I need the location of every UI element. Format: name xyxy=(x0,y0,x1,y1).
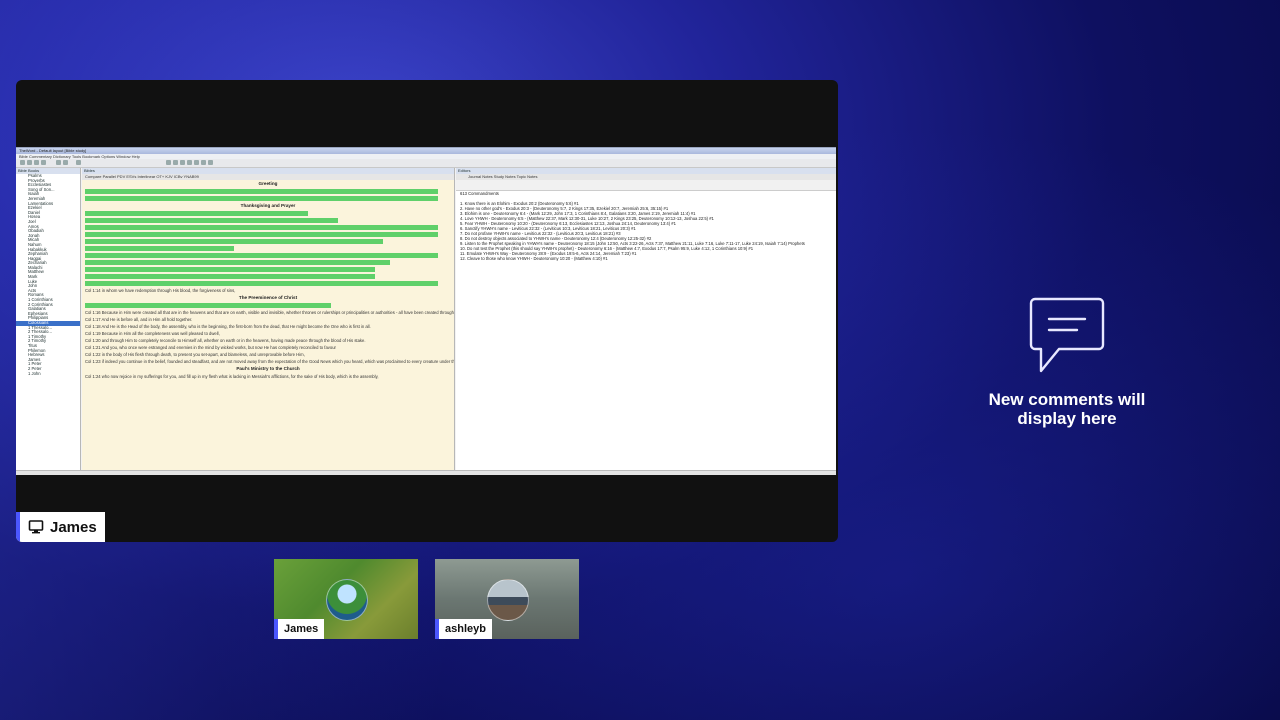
avatar xyxy=(487,579,529,621)
verse: Col 1:21 And you, who once were estrange… xyxy=(85,345,336,350)
participant-name-tag: James xyxy=(274,619,325,639)
section-ministry: Paul's Ministry to the Church xyxy=(236,366,300,371)
verse: Col 1:3 We give thanks to the Elohim and… xyxy=(82,210,454,217)
note-line: 12. Cleave to those who know YHWH - Deut… xyxy=(460,256,608,261)
verse: Col 1:16 Because in Him were created all… xyxy=(85,310,454,315)
verse: Col 1:12 giving thanks to the Father who… xyxy=(82,273,454,280)
section-thanksgiving: Thanksgiving and Prayer xyxy=(240,203,296,208)
verse: Col 1:18 And He is the Head of the body,… xyxy=(85,324,371,329)
app-statusbar xyxy=(16,470,836,475)
study-notes-pane: Editors Journal Notes Study Notes Topic … xyxy=(456,168,836,471)
verse: Col 1:23 if indeed you continue in the b… xyxy=(85,359,454,364)
verse: Col 1:8 who also declared to us your lov… xyxy=(82,245,454,252)
verse: Col 1:14 in whom we have redemption thro… xyxy=(85,288,236,293)
verse: Col 1:15 who is the likeness of the invi… xyxy=(82,302,454,309)
bible-text-pane: Bibles Compare Parallel PDV ESVs Interli… xyxy=(82,168,455,471)
participant-tile-ashleyb[interactable]: ashleyb xyxy=(435,559,579,639)
comments-panel: New comments will display here xyxy=(854,0,1280,720)
verse: Col 1:7 as you also learned from Epaphra… xyxy=(82,238,454,245)
shared-screen: TheWord - Default layout [Bible study] B… xyxy=(16,147,836,475)
monitor-icon xyxy=(28,520,44,534)
verse: Col 1:1 Sha'ul, an emissary of Yeshua Me… xyxy=(82,188,454,195)
app-toolbar xyxy=(16,159,836,168)
verse: Col 1:24 who now rejoice in my suffering… xyxy=(85,374,379,379)
verse: Col 1:4 having heard of your belief in M… xyxy=(82,217,454,224)
verse: Col 1:9 That is also why we, from the da… xyxy=(82,252,454,259)
comment-bubble-icon xyxy=(1029,297,1105,373)
comments-empty-line1: New comments will xyxy=(988,390,1146,409)
verse: Col 1:19 Because in Him all the complete… xyxy=(85,331,220,336)
verse: Col 1:22 in the body of His flesh throug… xyxy=(85,352,305,357)
bible-book-item[interactable]: 1 John xyxy=(16,371,80,377)
section-greeting: Greeting xyxy=(258,181,278,186)
comments-empty-message: New comments will display here xyxy=(854,390,1280,428)
verse: Col 1:2 to the set-apart ones in Colossa… xyxy=(82,195,454,202)
verse: Col 1:20 and through Him to completely r… xyxy=(85,338,366,343)
presenter-name-tag: James xyxy=(16,512,105,542)
verse: Col 1:17 And He is before all, and in Hi… xyxy=(85,317,193,322)
verse: Col 1:6 which has come to you, as also i… xyxy=(82,231,454,238)
verse: Col 1:11 being empowered with all power,… xyxy=(82,266,454,273)
comments-empty-line2: display here xyxy=(1017,409,1117,428)
verse: Col 1:5 because of the expectation that … xyxy=(82,224,454,231)
verse: Col 1:13 who has delivered us from the a… xyxy=(82,280,454,287)
participant-name: ashleyb xyxy=(445,623,486,635)
bible-books-pane: Bible Books Psalms Proverbs Ecclesiastes So… xyxy=(16,168,81,471)
participant-name: James xyxy=(284,623,319,635)
participant-tile-james[interactable]: James xyxy=(274,559,418,639)
presenter-name: James xyxy=(50,518,97,536)
screen-share-tile[interactable]: TheWord - Default layout [Bible study] B… xyxy=(16,80,838,542)
notes-format-toolbar xyxy=(456,180,836,191)
avatar xyxy=(326,579,368,621)
section-preeminence: The Preeminence of Christ xyxy=(238,295,298,300)
verse: Col 1:10 to walk worthily of the Master,… xyxy=(82,259,454,266)
participant-name-tag: ashleyb xyxy=(435,619,492,639)
